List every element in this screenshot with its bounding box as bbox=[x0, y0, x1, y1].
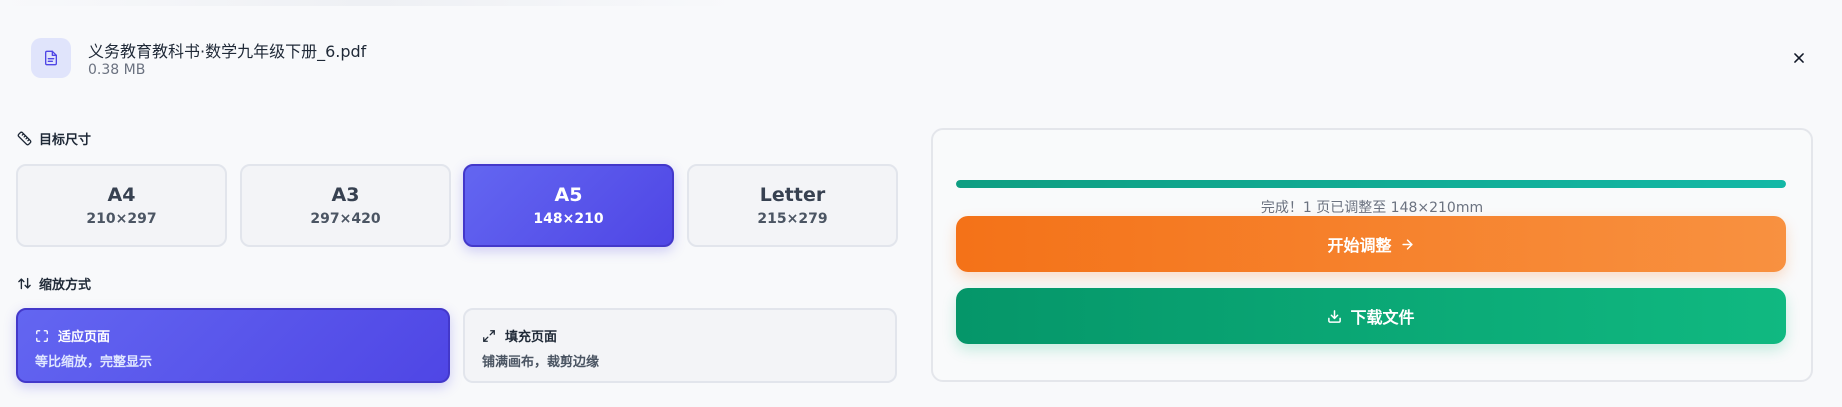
size-name: A3 bbox=[331, 184, 360, 207]
result-panel: 完成！1 页已调整至 148×210mm 开始调整 下载文件 bbox=[931, 128, 1813, 382]
size-option-a3[interactable]: A3 297×420 bbox=[240, 164, 451, 247]
size-option-letter[interactable]: Letter 215×279 bbox=[687, 164, 898, 247]
size-name: Letter bbox=[759, 184, 826, 207]
ruler-icon bbox=[17, 131, 32, 146]
mode-option-fit[interactable]: 适应页面 等比缩放，完整显示 bbox=[16, 308, 450, 383]
size-dims: 210×297 bbox=[86, 210, 157, 227]
target-size-label: 目标尺寸 bbox=[17, 129, 91, 148]
size-option-a4[interactable]: A4 210×297 bbox=[16, 164, 227, 247]
download-icon bbox=[1328, 309, 1342, 323]
size-name: A4 bbox=[107, 184, 136, 207]
progress-bar bbox=[956, 180, 1786, 188]
file-size: 0.38 MB bbox=[88, 62, 146, 78]
size-name: A5 bbox=[554, 184, 583, 207]
size-dims: 148×210 bbox=[533, 210, 604, 227]
mode-description: 铺满画布，裁剪边缘 bbox=[482, 355, 600, 370]
file-name: 义务教育教科书·数学九年级下册_6.pdf bbox=[88, 42, 367, 61]
close-button[interactable] bbox=[1787, 46, 1811, 70]
target-size-text: 目标尺寸 bbox=[39, 133, 92, 148]
document-icon bbox=[31, 38, 71, 78]
start-adjust-label: 开始调整 bbox=[1327, 236, 1392, 255]
swap-arrows-icon bbox=[18, 277, 31, 290]
status-text: 完成！1 页已调整至 148×210mm bbox=[1260, 200, 1484, 216]
scale-mode-label: 缩放方式 bbox=[17, 274, 91, 293]
download-file-label: 下载文件 bbox=[1350, 308, 1415, 327]
mode-title: 填充页面 bbox=[505, 330, 558, 345]
mode-title: 适应页面 bbox=[58, 330, 111, 345]
progress-fill bbox=[956, 180, 1786, 188]
file-header: 义务教育教科书·数学九年级下册_6.pdf 0.38 MB bbox=[31, 36, 1811, 88]
mode-description: 等比缩放，完整显示 bbox=[35, 355, 153, 370]
top-shadow bbox=[0, 0, 1842, 6]
size-option-a5[interactable]: A5 148×210 bbox=[463, 164, 674, 247]
close-icon bbox=[1794, 53, 1804, 63]
fit-frame-icon bbox=[36, 329, 48, 342]
scale-mode-text: 缩放方式 bbox=[39, 278, 92, 293]
start-adjust-button[interactable]: 开始调整 bbox=[956, 216, 1786, 272]
download-file-button[interactable]: 下载文件 bbox=[956, 288, 1786, 344]
mode-option-fill[interactable]: 填充页面 铺满画布，裁剪边缘 bbox=[463, 308, 897, 383]
size-dims: 297×420 bbox=[310, 210, 381, 227]
size-dims: 215×279 bbox=[757, 210, 828, 227]
arrow-right-icon bbox=[1401, 238, 1413, 250]
expand-icon bbox=[483, 329, 495, 342]
